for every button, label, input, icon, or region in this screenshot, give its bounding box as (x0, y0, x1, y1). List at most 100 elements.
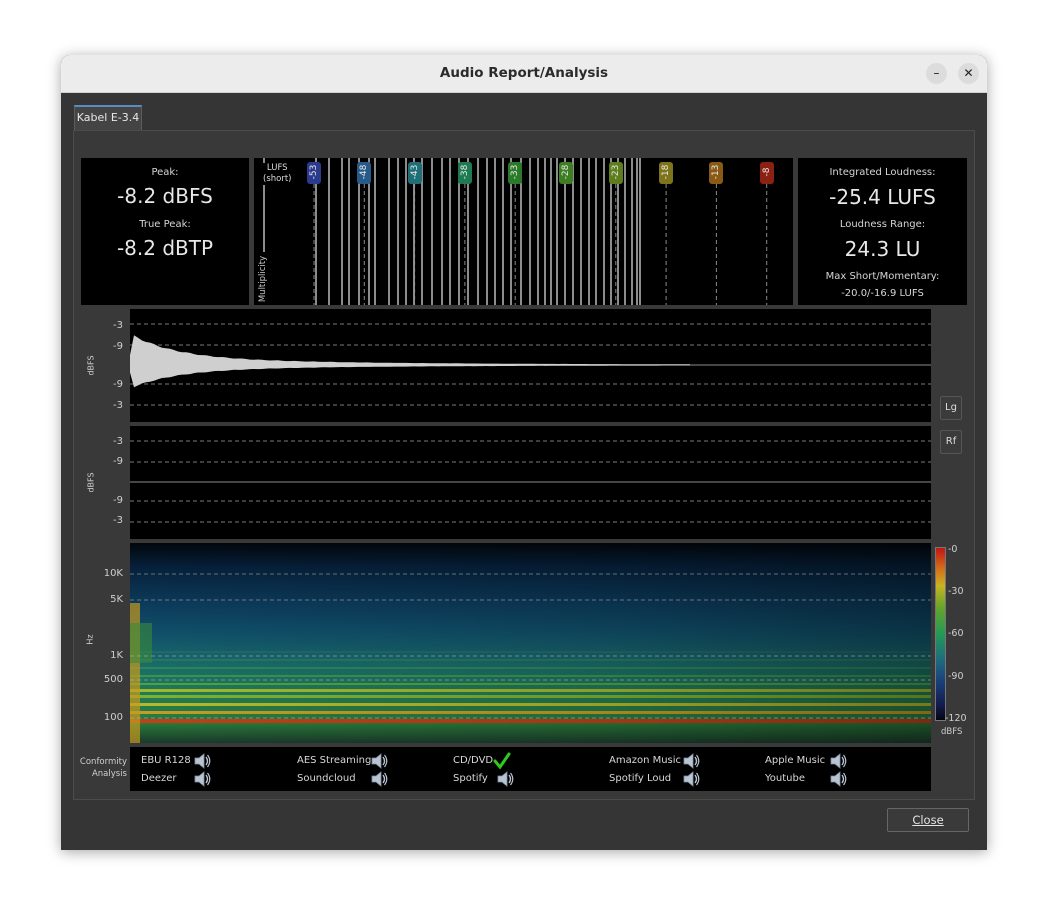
scale-unit-label: dBFS (941, 727, 963, 737)
conformity-label-2: Analysis (91, 769, 127, 779)
max-label: Max Short/Momentary: (825, 271, 940, 282)
peak-value: -8.2 dBFS (117, 184, 213, 208)
lufs-marker-label: -33 (510, 164, 521, 180)
waveform-shape (130, 335, 690, 388)
lufs-marker: -23 (608, 162, 623, 184)
spec-tick: 10K (103, 568, 123, 579)
conformity-item-name: Apple Music (765, 755, 826, 766)
wave-tick: -3 (113, 400, 123, 411)
multiplicity-label: Multiplicity (258, 252, 268, 305)
log-scale-button[interactable]: Lg (940, 396, 962, 420)
lufs-marker: -28 (558, 162, 573, 184)
wave2-tick: -9 (113, 495, 123, 506)
wave2-tick: -3 (113, 436, 123, 447)
peak-label: Peak: (151, 167, 179, 178)
integrated-label: Integrated Loudness: (829, 167, 936, 178)
check-icon[interactable] (493, 752, 511, 770)
spec-tick: 100 (103, 712, 123, 723)
spec-unit-label: Hz (85, 634, 95, 645)
lufs-marker-label: -28 (560, 164, 571, 180)
speaker-icon[interactable] (829, 770, 847, 788)
speaker-icon[interactable] (370, 752, 388, 770)
wave2-tick: -9 (113, 456, 123, 467)
waveform-graphic (130, 323, 931, 406)
lufs-marker-label: -53 (309, 164, 319, 180)
conformity-label-1: Conformity (79, 757, 127, 767)
integrated-value: -25.4 LUFS (829, 185, 936, 209)
lufs-marker: -33 (508, 162, 523, 184)
true-peak-label: True Peak: (139, 219, 191, 230)
range-value: 24.3 LU (844, 237, 921, 261)
max-value: -20.0/-16.9 LUFS (841, 288, 924, 299)
wave-unit-label: dBFS (86, 355, 96, 376)
loudness-histogram: LUFS (short) Multiplicity -53 -48 -43 -38 -3… (254, 158, 793, 305)
peak-box: Peak: -8.2 dBFS True Peak: -8.2 dBTP (81, 158, 249, 305)
conformity-item-name: Spotify Loud (609, 773, 672, 784)
lufs-marker: -38 (457, 162, 472, 184)
lufs-marker-label: -18 (661, 164, 672, 180)
wave-tick: -9 (113, 379, 123, 390)
spectrogram-fade (130, 543, 931, 743)
conformity-item-name: Amazon Music (609, 755, 682, 766)
loudness-box: Integrated Loudness: -25.4 LUFS Loudness… (798, 158, 967, 305)
close-window-button[interactable]: ✕ (958, 63, 979, 84)
spectrogram-graphic (130, 543, 931, 743)
title-bar: Audio Report/Analysis – ✕ (61, 55, 987, 93)
conformity-item-name: Soundcloud (297, 773, 356, 784)
scale-tick: -0 (948, 544, 958, 555)
window-title: Audio Report/Analysis (439, 65, 609, 81)
lufs-marker-label: -23 (610, 164, 621, 180)
lufs-marker: -53 (307, 162, 321, 184)
close-button[interactable]: Close (887, 808, 969, 832)
lufs-marker-label: -8 (761, 167, 772, 177)
speaker-icon[interactable] (193, 752, 211, 770)
scale-tick: -120 (945, 713, 967, 724)
conformity-item-name: Deezer (141, 773, 177, 784)
wave2-tick: -3 (113, 515, 123, 526)
color-scale-bar (935, 547, 946, 721)
true-peak-value: -8.2 dBTP (116, 236, 214, 260)
range-label: Loudness Range: (839, 219, 926, 230)
minimize-button[interactable]: – (926, 63, 947, 84)
speaker-icon[interactable] (370, 770, 388, 788)
speaker-icon[interactable] (829, 752, 847, 770)
speaker-icon[interactable] (193, 770, 211, 788)
tab-kabel[interactable]: Kabel E-3.4 (74, 105, 142, 130)
spec-tick: 1K (110, 650, 123, 661)
lufs-marker-label: -43 (409, 164, 420, 180)
lufs-marker-label: -13 (711, 164, 722, 180)
wave-tick: -3 (113, 320, 123, 331)
speaker-icon[interactable] (682, 752, 700, 770)
lufs-marker: -8 (759, 162, 774, 184)
spec-tick: 500 (103, 674, 123, 685)
speaker-icon[interactable] (682, 770, 700, 788)
scale-tick: -90 (948, 671, 964, 682)
spectrogram (130, 543, 931, 743)
waveform2-graphic (130, 440, 931, 523)
rectified-button[interactable]: Rf (940, 430, 962, 454)
conformity-item-name: AES Streaming (297, 755, 372, 766)
conformity-item-name: CD/DVD (453, 755, 494, 766)
scale-tick: -30 (948, 586, 964, 597)
lufs-marker-label: -48 (359, 164, 370, 180)
lufs-marker: -13 (709, 162, 724, 184)
close-button-label: Close (912, 813, 944, 827)
scale-tick: -60 (948, 628, 964, 639)
lufs-marker: -48 (357, 162, 372, 184)
lufs-marker-label: -38 (459, 164, 470, 180)
conformity-panel: EBU R128 Deezer AES Streaming Soundcloud CD/… (130, 747, 931, 791)
conformity-item-name: Youtube (765, 773, 805, 784)
conformity-item-name: EBU R128 (141, 755, 191, 766)
lufs-marker: -18 (659, 162, 674, 184)
lufs-marker: -43 (407, 162, 422, 184)
waveform2-graph (130, 426, 931, 539)
waveform-graph (130, 309, 931, 422)
wave-tick: -9 (113, 341, 123, 352)
report-window: Audio Report/Analysis – ✕ Kabel E-3.4 Pe… (61, 55, 987, 850)
wave2-unit-label: dBFS (86, 472, 96, 493)
short-label: (short) (263, 174, 292, 184)
conformity-item-name: Spotify (453, 773, 488, 784)
speaker-icon[interactable] (496, 770, 514, 788)
lufs-label: LUFS (266, 163, 288, 173)
spec-tick: 5K (110, 594, 123, 605)
